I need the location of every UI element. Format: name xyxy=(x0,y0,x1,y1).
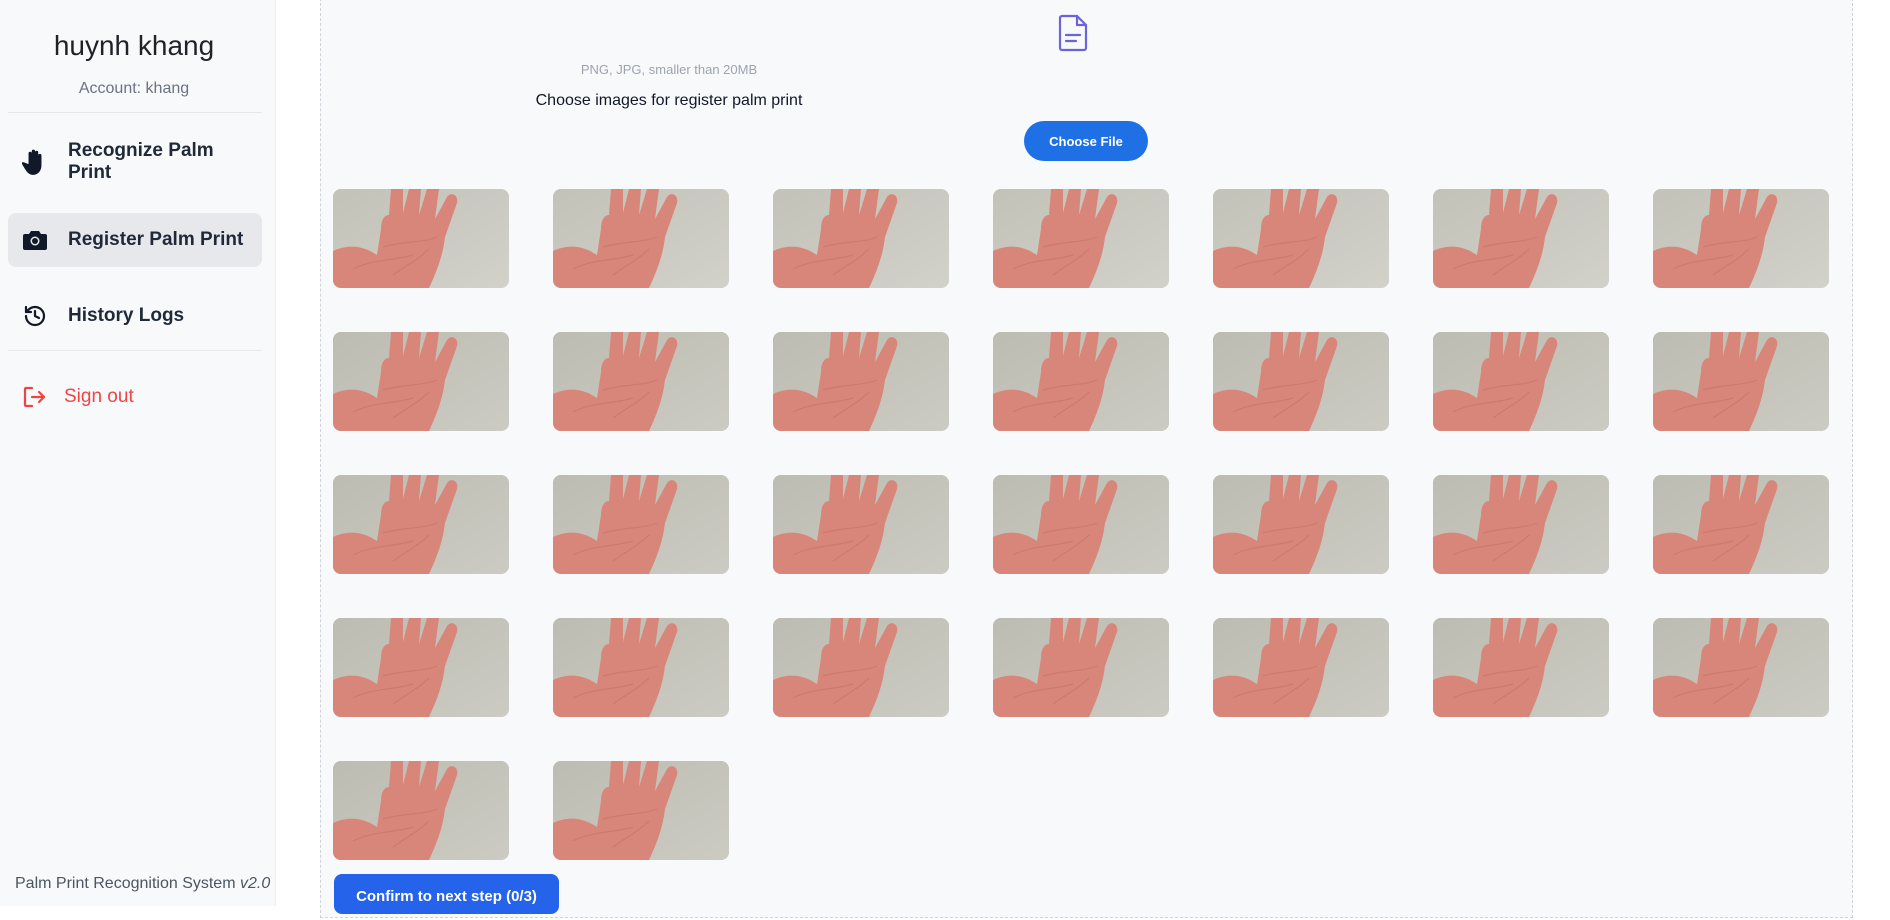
palm-image-thumbnail[interactable] xyxy=(553,475,729,574)
palm-image-thumbnail[interactable] xyxy=(1213,332,1389,431)
image-grid xyxy=(333,189,1829,860)
upload-hint: PNG, JPG, smaller than 20MB xyxy=(580,62,758,77)
palm-image-thumbnail[interactable] xyxy=(773,475,949,574)
palm-image-thumbnail[interactable] xyxy=(553,618,729,717)
palm-image-thumbnail[interactable] xyxy=(773,618,949,717)
palm-image-thumbnail[interactable] xyxy=(333,189,509,288)
signout-button[interactable]: Sign out xyxy=(8,370,262,424)
nav-item-recognize[interactable]: Recognize Palm Print xyxy=(8,135,262,189)
nav-item-register[interactable]: Register Palm Print xyxy=(8,213,262,267)
palm-image-thumbnail[interactable] xyxy=(333,761,509,860)
palm-image-thumbnail[interactable] xyxy=(1213,189,1389,288)
user-name: huynh khang xyxy=(53,30,215,61)
palm-image-thumbnail[interactable] xyxy=(773,332,949,431)
palm-image-thumbnail[interactable] xyxy=(993,618,1169,717)
nav-label-register: Register Palm Print xyxy=(68,229,244,250)
signout-label: Sign out xyxy=(64,386,134,407)
palm-image-thumbnail[interactable] xyxy=(993,475,1169,574)
palm-image-thumbnail[interactable] xyxy=(1433,189,1609,288)
camera-icon xyxy=(20,225,50,255)
palm-image-thumbnail[interactable] xyxy=(1653,475,1829,574)
sidebar-divider xyxy=(8,112,262,113)
nav-label-recognize: Recognize Palm Print xyxy=(67,140,214,183)
nav-item-history[interactable]: History Logs xyxy=(8,289,262,343)
palm-image-thumbnail[interactable] xyxy=(1213,618,1389,717)
history-icon xyxy=(20,301,50,331)
sidebar: huynh khang Account: khang Recognize Pal… xyxy=(0,0,276,906)
logout-icon xyxy=(20,382,50,412)
palm-image-thumbnail[interactable] xyxy=(553,332,729,431)
palm-image-thumbnail[interactable] xyxy=(1213,475,1389,574)
file-icon xyxy=(1055,14,1091,52)
app-name: Palm Print Recognition System xyxy=(15,875,236,892)
nav-label-history: History Logs xyxy=(68,305,185,326)
confirm-button[interactable]: Confirm to next step (0/3) xyxy=(334,874,559,914)
palm-image-thumbnail[interactable] xyxy=(1433,332,1609,431)
palm-image-thumbnail[interactable] xyxy=(1653,189,1829,288)
palm-image-thumbnail[interactable] xyxy=(993,332,1169,431)
upload-title: Choose images for register palm print xyxy=(535,92,803,109)
app-footer: Palm Print Recognition System v2.0 xyxy=(15,875,270,893)
palm-image-thumbnail[interactable] xyxy=(333,475,509,574)
palm-image-thumbnail[interactable] xyxy=(333,332,509,431)
palm-image-thumbnail[interactable] xyxy=(773,189,949,288)
palm-image-thumbnail[interactable] xyxy=(333,618,509,717)
palm-image-thumbnail[interactable] xyxy=(1433,475,1609,574)
palm-image-thumbnail[interactable] xyxy=(1653,618,1829,717)
palm-image-thumbnail[interactable] xyxy=(1653,332,1829,431)
palm-image-thumbnail[interactable] xyxy=(553,761,729,860)
app-version: v2.0 xyxy=(239,875,271,892)
palm-image-thumbnail[interactable] xyxy=(1433,618,1609,717)
hand-icon xyxy=(20,147,50,177)
choose-file-button[interactable]: Choose File xyxy=(1024,121,1148,161)
sidebar-divider xyxy=(8,350,262,351)
palm-image-thumbnail[interactable] xyxy=(553,189,729,288)
palm-image-thumbnail[interactable] xyxy=(993,189,1169,288)
